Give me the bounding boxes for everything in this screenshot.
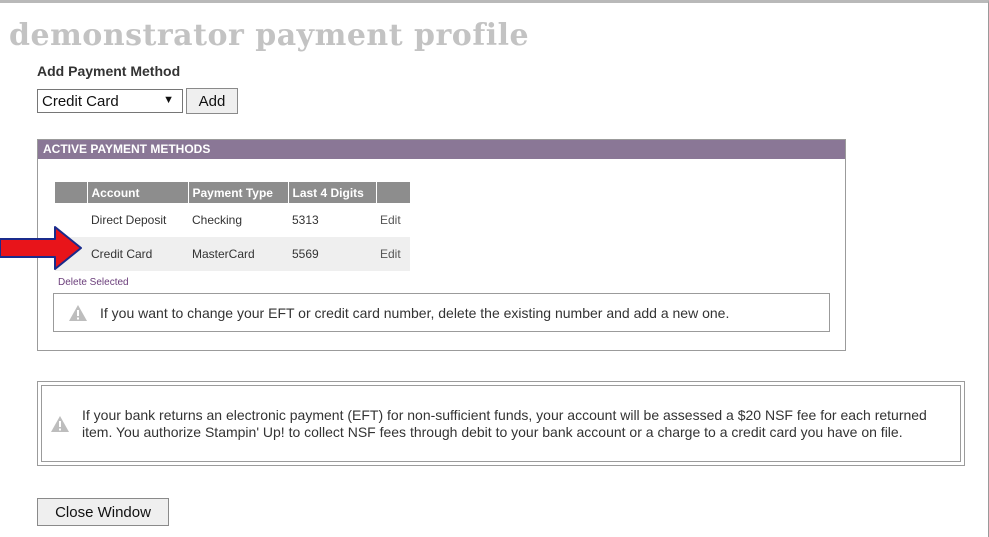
column-account: Account xyxy=(87,182,189,203)
arrow-right-icon xyxy=(0,226,82,270)
nsf-notice-inner: If your bank returns an electronic payme… xyxy=(41,385,961,462)
change-number-notice-text: If you want to change your EFT or credit… xyxy=(100,304,730,321)
row-last-4-digits: 5569 xyxy=(288,237,376,271)
nsf-notice-box: If your bank returns an electronic payme… xyxy=(37,381,965,466)
column-last-4-digits: Last 4 Digits xyxy=(288,182,377,203)
payment-methods-table: Account Payment Type Last 4 Digits Direc… xyxy=(55,182,411,271)
row-payment-type: MasterCard xyxy=(188,237,288,271)
table-header-row: Account Payment Type Last 4 Digits xyxy=(55,182,411,203)
row-account: Credit Card xyxy=(87,237,188,271)
active-payment-methods-header: ACTIVE PAYMENT METHODS xyxy=(38,140,845,159)
column-select xyxy=(55,182,88,203)
page-title: demonstrator payment profile xyxy=(9,18,530,53)
table-row: Direct Deposit Checking 5313 Edit xyxy=(55,203,410,237)
add-button[interactable]: Add xyxy=(186,88,238,114)
column-payment-type: Payment Type xyxy=(188,182,289,203)
row-account: Direct Deposit xyxy=(87,203,188,237)
change-number-notice: If you want to change your EFT or credit… xyxy=(53,293,830,332)
warning-icon xyxy=(51,415,69,432)
edit-link[interactable]: Edit xyxy=(380,247,401,261)
dropdown-arrow-icon: ▼ xyxy=(163,94,174,106)
edit-link[interactable]: Edit xyxy=(380,213,401,227)
nsf-notice-text: If your bank returns an electronic payme… xyxy=(82,406,927,440)
table-row: Credit Card MasterCard 5569 Edit xyxy=(55,237,410,271)
payment-method-select-value: Credit Card xyxy=(42,92,119,110)
payment-method-select[interactable]: Credit Card ▼ xyxy=(37,89,183,113)
row-payment-type: Checking xyxy=(188,203,288,237)
active-payment-methods-panel: ACTIVE PAYMENT METHODS Account Payment T… xyxy=(37,139,846,351)
delete-selected-link[interactable]: Delete Selected xyxy=(58,277,129,288)
warning-icon xyxy=(69,304,87,321)
add-payment-method-label: Add Payment Method xyxy=(37,63,181,79)
row-last-4-digits: 5313 xyxy=(288,203,376,237)
column-edit xyxy=(376,182,411,203)
close-window-button[interactable]: Close Window xyxy=(37,498,169,526)
